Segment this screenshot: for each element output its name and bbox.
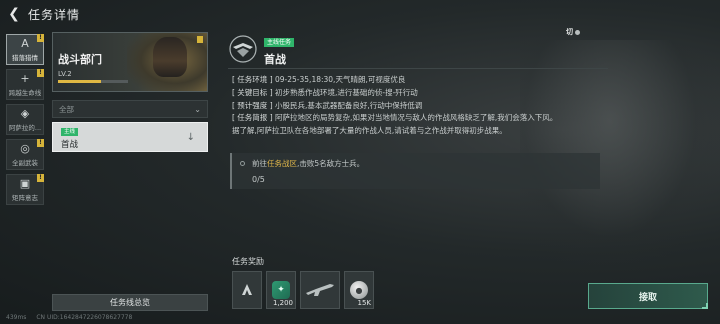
tab-mission-line-3[interactable]: ◈ 阿萨拉的... xyxy=(6,104,44,135)
reward-item-coin[interactable]: ● 15K xyxy=(344,271,374,309)
mission-filter-dropdown[interactable]: 全部 ⌄ xyxy=(52,100,208,118)
chevron-down-icon: ⌄ xyxy=(194,104,201,114)
back-arrow-icon[interactable]: ❮ xyxy=(6,6,22,22)
exclamation-badge-icon: ! xyxy=(37,174,44,182)
info-environment: [ 任务环境 ] 09-25-35,18:30,天气晴朗,可视度优良 xyxy=(232,75,406,84)
exclamation-badge-icon: ! xyxy=(37,139,44,147)
user-id: CN UID:1642847226078627778 xyxy=(36,314,133,321)
mission-info: [ 任务环境 ] 09-25-35,18:30,天气晴朗,可视度优良 [ 关键目… xyxy=(232,74,612,138)
footer-status: 439ms CN UID:1642847226078627778 xyxy=(6,314,140,321)
exclamation-badge-icon: ! xyxy=(37,69,44,77)
target-icon: ◎ xyxy=(20,141,30,155)
toggle-label: 切 xyxy=(566,28,573,36)
dropdown-value: 全部 xyxy=(59,104,74,114)
reward-item-weapon[interactable] xyxy=(300,271,340,309)
mission-overview-button[interactable]: 任务线总览 xyxy=(52,294,208,311)
plus-cross-icon: + xyxy=(20,71,30,85)
info-goal: [ 关键目标 ] 初步熟悉作战环境,进行基础的侦-搜-歼行动 xyxy=(232,87,418,97)
tab-label: 矩阵意志 xyxy=(12,193,38,202)
objective-bullet-icon xyxy=(240,161,245,166)
divider xyxy=(228,68,608,69)
reward-item-rank[interactable] xyxy=(232,271,262,309)
winged-emblem-icon xyxy=(229,35,257,63)
rifle-icon xyxy=(306,284,334,296)
tab-mission-line-4[interactable]: ◎ 全副武装 ! xyxy=(6,139,44,170)
coin-icon: ● xyxy=(350,281,368,299)
top-bar: ❮ 任务详情 xyxy=(0,0,720,30)
accept-label: 接取 xyxy=(638,292,657,303)
shield-icon: ◈ xyxy=(20,106,30,120)
medal-icon: ✦ xyxy=(272,281,290,299)
tab-label: 跨越生命线 xyxy=(8,88,42,97)
info-briefing-cont: 据了解,阿萨拉卫队在各地部署了大量的作战人员,请试着与之作战并取得初步战果。 xyxy=(232,126,507,136)
reward-label: 任务奖励 xyxy=(232,257,264,266)
rank-emblem-icon: A xyxy=(21,36,29,50)
notice-badge-icon xyxy=(197,36,203,43)
reward-count: 15K xyxy=(357,299,372,307)
tab-mission-line-5[interactable]: ▣ 矩阵意志 ! xyxy=(6,174,44,205)
info-intensity: [ 预计强度 ] 小股民兵,基本武器配备良好,行动中保持低调 xyxy=(232,100,423,110)
matrix-icon: ▣ xyxy=(19,176,31,190)
mission-line-title: 战斗部门 xyxy=(58,53,102,66)
mission-list-panel: 战斗部门 LV.2 全部 ⌄ 主线 首战 ↓ xyxy=(52,32,208,152)
objective-progress: 0/5 xyxy=(252,175,265,184)
reward-count: 1,200 xyxy=(272,299,293,307)
info-briefing: [ 任务简报 ] 阿萨拉地区的局势复杂,如果对当地情况与敌人的作战风格缺乏了解,… xyxy=(232,113,558,123)
reward-item-medal[interactable]: ✦ 1,200 xyxy=(266,271,296,309)
tab-label: 猎落猎情 xyxy=(12,53,38,62)
objective-text: 前往任务战区,击败5名敌方士兵。 xyxy=(252,159,365,168)
tab-mission-line-1[interactable]: A 猎落猎情 ! xyxy=(6,34,44,65)
tab-label: 阿萨拉的... xyxy=(8,123,42,132)
rank-emblem-icon xyxy=(242,284,252,295)
main-line-tag: 主线 xyxy=(61,128,79,136)
view-toggle[interactable]: 切 xyxy=(566,26,590,38)
reward-list: ✦ 1,200 ● 15K xyxy=(232,271,374,309)
tab-label: 全副武装 xyxy=(12,158,38,167)
compass-pointer-icon: ↓ xyxy=(186,132,195,143)
mission-name: 首战 xyxy=(61,140,79,150)
main-mission-tag: 主线任务 xyxy=(264,38,295,47)
corner-accent xyxy=(702,303,708,309)
objective-location-link[interactable]: 任务战区 xyxy=(267,159,297,168)
accept-mission-button[interactable]: 接取 xyxy=(588,283,708,309)
mission-title: 首战 xyxy=(264,53,286,66)
level-progress-bar xyxy=(58,80,128,83)
tab-mission-line-2[interactable]: + 跨越生命线 ! xyxy=(6,69,44,100)
mission-line-tabs: A 猎落猎情 ! + 跨越生命线 ! ◈ 阿萨拉的... ◎ 全副武装 ! ▣ … xyxy=(6,34,44,209)
ping-readout: 439ms xyxy=(6,314,27,321)
objective-box: 前往任务战区,击败5名敌方士兵。 0/5 xyxy=(230,153,600,189)
mission-list-item[interactable]: 主线 首战 ↓ xyxy=(52,122,208,152)
level-progress-fill xyxy=(58,80,102,83)
mission-line-card[interactable]: 战斗部门 LV.2 xyxy=(52,32,208,92)
mission-line-level: LV.2 xyxy=(58,70,72,78)
page-title: 任务详情 xyxy=(28,8,81,22)
exclamation-badge-icon: ! xyxy=(37,34,44,42)
operator-head-art xyxy=(153,37,187,77)
toggle-dot-icon xyxy=(575,29,580,35)
